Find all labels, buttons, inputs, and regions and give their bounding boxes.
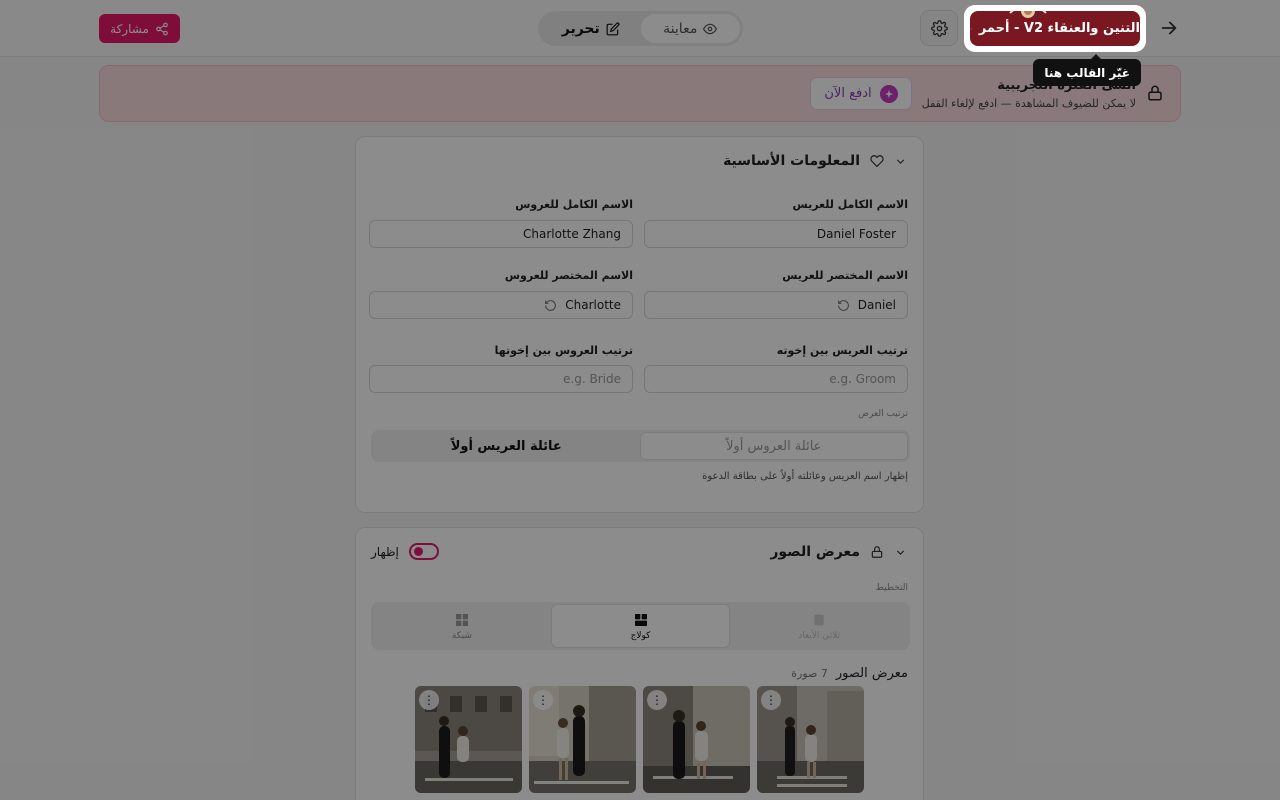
basic-info-card: المعلومات الأساسية الاسم الكامل للعريس D…: [355, 136, 924, 513]
pay-now-button[interactable]: ادفع الآن: [810, 77, 912, 110]
toggle-switch[interactable]: [408, 543, 439, 560]
groom-short-name-input[interactable]: Daniel: [644, 291, 908, 319]
layout-label: التخطيط: [875, 583, 908, 593]
gallery-subtitle: معرض الصور: [835, 666, 908, 681]
banner-subtitle: لا يمكن للضيوف المشاهدة — ادفع لإلغاء ال…: [921, 97, 1136, 110]
reset-icon[interactable]: [544, 299, 557, 312]
gallery-header[interactable]: معرض الصور: [770, 544, 907, 560]
bride-order-input[interactable]: e.g. Bride: [369, 365, 633, 393]
gallery-visibility-toggle[interactable]: إظهار: [371, 543, 439, 560]
sparkle-icon: [879, 84, 898, 103]
layout-3d-option[interactable]: ثلاثي الأبعاد: [730, 604, 908, 648]
photo-count: 7 صورة: [791, 667, 828, 680]
photo-menu-button[interactable]: ⋮: [419, 690, 439, 710]
gallery-photo[interactable]: ⋮: [643, 686, 750, 793]
display-order-label: ترتيب العرض: [858, 409, 908, 419]
mode-toggle: تحرير معاينة: [538, 11, 743, 46]
basic-info-title: المعلومات الأساسية: [723, 153, 860, 169]
groom-full-name-input[interactable]: Daniel Foster: [644, 220, 908, 248]
tab-preview[interactable]: معاينة: [640, 14, 740, 43]
grid-icon: [455, 613, 468, 626]
collage-icon: [634, 613, 647, 626]
ornament-icon: [1009, 11, 1047, 18]
bride-family-first-option[interactable]: عائلة العروس أولاً: [639, 432, 908, 460]
layout-grid-option[interactable]: شبكة: [373, 604, 551, 648]
tab-edit[interactable]: تحرير: [541, 14, 641, 43]
heart-icon: [870, 155, 884, 168]
settings-button[interactable]: [920, 10, 958, 46]
layout-collage-option[interactable]: كولاج: [550, 604, 731, 648]
groom-order-input[interactable]: e.g. Groom: [644, 365, 908, 393]
lock-icon: [871, 546, 883, 558]
reset-icon[interactable]: [837, 299, 850, 312]
cube-icon: [814, 614, 824, 625]
chevron-down-icon: [970, 28, 973, 30]
template-selector-button[interactable]: التنين والعنقاء V2 - أحمر: [970, 11, 1140, 46]
template-name: التنين والعنقاء V2 - أحمر: [978, 21, 1140, 36]
bride-order-label: ترتيب العروس بين إخوتها: [494, 344, 633, 357]
gear-icon: [930, 19, 948, 37]
back-arrow-icon[interactable]: [1156, 17, 1180, 41]
groom-short-name-label: الاسم المختصر للعريس: [782, 269, 908, 282]
template-tooltip: غيّر القالب هنا: [1033, 54, 1141, 86]
share-button[interactable]: مشاركة: [99, 14, 180, 43]
tab-preview-label: معاينة: [663, 20, 698, 37]
chevron-down-icon: [896, 158, 905, 164]
gallery-card: معرض الصور إظهار التخطيط شبكة كولاج ثلاث…: [355, 527, 924, 800]
bride-full-name-label: الاسم الكامل للعروس: [515, 198, 633, 211]
gallery-photo[interactable]: ⋮: [757, 686, 864, 793]
photo-menu-button[interactable]: ⋮: [533, 690, 553, 710]
share-icon: [156, 22, 168, 35]
photo-menu-button[interactable]: ⋮: [647, 690, 667, 710]
tab-edit-label: تحرير: [561, 20, 600, 37]
trial-banner: أنشئ الفترة التجريبية لا يمكن للضيوف الم…: [99, 65, 1181, 122]
gallery-photo[interactable]: ⋮: [529, 686, 636, 793]
show-label: إظهار: [371, 544, 399, 559]
lock-icon: [1146, 84, 1164, 102]
display-order-toggle: عائلة العريس أولاً عائلة العروس أولاً: [371, 430, 910, 462]
pay-now-label: ادفع الآن: [824, 86, 872, 101]
share-label: مشاركة: [110, 21, 149, 36]
groom-full-name-label: الاسم الكامل للعريس: [792, 198, 908, 211]
chevron-down-icon: [896, 549, 905, 555]
layout-selector: شبكة كولاج ثلاثي الأبعاد: [371, 602, 910, 650]
groom-family-first-option[interactable]: عائلة العريس أولاً: [373, 432, 640, 460]
bride-full-name-input[interactable]: Charlotte Zhang: [369, 220, 633, 248]
bride-short-name-label: الاسم المختصر للعروس: [504, 269, 633, 282]
gallery-subheader: معرض الصور 7 صورة: [791, 666, 908, 681]
gallery-photo[interactable]: ⋮: [415, 686, 522, 793]
gallery-title: معرض الصور: [770, 544, 860, 560]
basic-info-header[interactable]: المعلومات الأساسية: [723, 153, 907, 169]
bride-short-name-input[interactable]: Charlotte: [369, 291, 633, 319]
eye-icon: [703, 23, 718, 34]
photo-menu-button[interactable]: ⋮: [761, 690, 781, 710]
edit-icon: [606, 22, 620, 35]
groom-order-label: ترتيب العريس بين إخوته: [776, 344, 908, 357]
display-order-hint: إظهار اسم العريس وعائلته أولاً على بطاقة…: [702, 471, 908, 482]
